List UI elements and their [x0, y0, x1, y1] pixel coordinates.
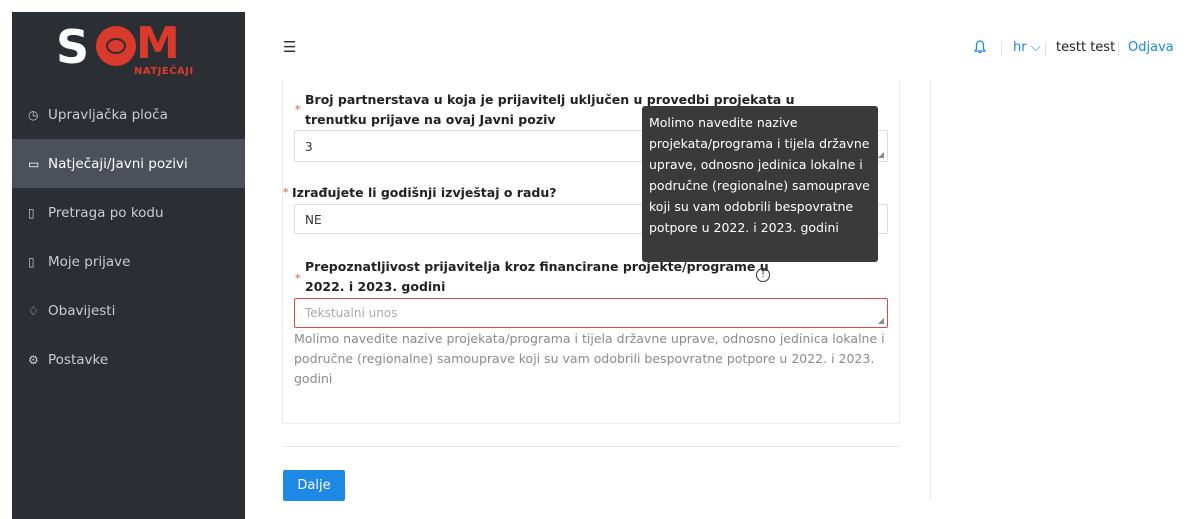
q1-value: 3 — [305, 140, 313, 154]
sidebar-item-notifications[interactable]: ♢ Obavijesti — [12, 286, 245, 335]
q2-label: Izrađujete li godišnji izvještaj o radu? — [292, 185, 557, 200]
logo-subtitle: NATJEČAJI — [134, 66, 194, 77]
resize-handle-icon[interactable]: ◢ — [878, 150, 884, 159]
notification-bell-icon[interactable] — [973, 40, 987, 58]
bell-icon: ♢ — [28, 303, 39, 318]
q3-recognition-textarea[interactable]: Tekstualni unos ◢ — [294, 298, 888, 328]
sidebar: S M NATJEČAJI ◷ Upravljačka ploča ▭ Natj… — [12, 12, 245, 519]
divider — [282, 446, 900, 447]
sidebar-item-label: Obavijesti — [48, 302, 116, 319]
sidebar-item-calls[interactable]: ▭ Natječaji/Javni pozivi — [12, 139, 245, 188]
document-search-icon: ▯ — [28, 205, 35, 220]
folder-icon: ▭ — [28, 156, 40, 171]
sidebar-item-label: Postavke — [48, 351, 109, 368]
logo-emblem-icon — [96, 26, 136, 66]
next-button[interactable]: Dalje — [283, 470, 345, 501]
sidebar-item-label: Moje prijave — [48, 253, 131, 270]
sidebar-nav: ◷ Upravljačka ploča ▭ Natječaji/Javni po… — [12, 90, 245, 384]
header-divider — [1045, 42, 1046, 56]
required-marker: * — [283, 186, 289, 199]
info-tooltip: Molimo navedite nazive projekata/program… — [642, 106, 878, 262]
logo[interactable]: S M NATJEČAJI — [12, 12, 245, 94]
gear-icon: ⚙ — [28, 352, 39, 367]
dashboard-icon: ◷ — [28, 107, 39, 122]
sidebar-item-label: Upravljačka ploča — [48, 106, 168, 123]
logout-link[interactable]: Odjava — [1128, 40, 1174, 55]
q2-value: NE — [305, 213, 322, 227]
q3-label: Prepoznatljivost prijavitelja kroz finan… — [305, 257, 769, 297]
q3-label-line2: 2022. i 2023. godini — [305, 279, 446, 294]
required-marker: * — [295, 272, 301, 285]
resize-handle-icon[interactable]: ◢ — [878, 316, 884, 325]
info-icon[interactable]: ! — [756, 268, 770, 282]
logo-m: M — [136, 18, 180, 69]
language-selector[interactable]: hr ⌵ — [1013, 40, 1041, 55]
sidebar-item-dashboard[interactable]: ◷ Upravljačka ploča — [12, 90, 245, 139]
sidebar-item-my-applications[interactable]: ▯ Moje prijave — [12, 237, 245, 286]
logo-s: S — [56, 20, 89, 74]
user-name: testt test — [1056, 40, 1116, 55]
sidebar-item-settings[interactable]: ⚙ Postavke — [12, 335, 245, 384]
menu-toggle-icon[interactable]: ☰ — [283, 38, 296, 56]
required-marker: * — [295, 103, 301, 116]
document-icon: ▯ — [28, 254, 35, 269]
sidebar-item-label: Natječaji/Javni pozivi — [48, 155, 188, 172]
q3-placeholder: Tekstualni unos — [305, 306, 398, 320]
sidebar-item-search-by-code[interactable]: ▯ Pretraga po kodu — [12, 188, 245, 237]
q3-help-text: Molimo navedite nazive projekata/program… — [294, 331, 885, 386]
header-divider — [1118, 42, 1119, 56]
header: ☰ hr ⌵ testt test Odjava — [245, 12, 1200, 80]
page: S M NATJEČAJI ◷ Upravljačka ploča ▭ Natj… — [0, 0, 1200, 519]
header-divider — [1001, 42, 1002, 56]
column-divider — [930, 80, 931, 500]
sidebar-item-label: Pretraga po kodu — [48, 204, 164, 221]
